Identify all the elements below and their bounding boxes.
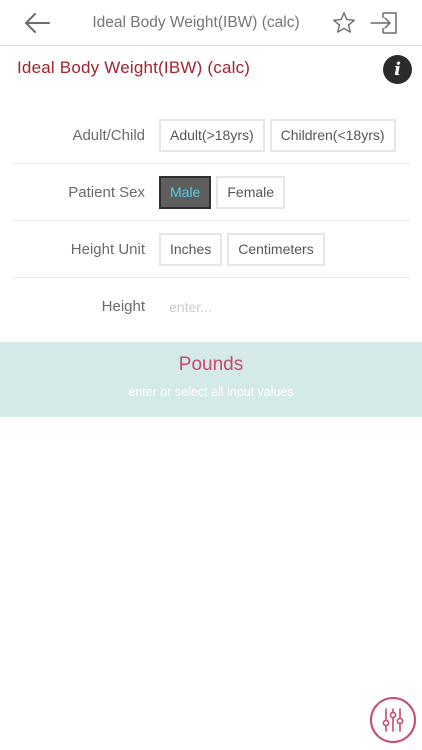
result-hint: enter or select all input values — [128, 385, 294, 399]
nav-bar: Ideal Body Weight(IBW) (calc) — [0, 0, 422, 46]
star-outline-icon — [333, 12, 355, 33]
patient-sex-options: Male Female — [159, 176, 286, 209]
back-button[interactable] — [22, 9, 52, 37]
calculator-title: Ideal Body Weight(IBW) (calc) — [17, 58, 251, 77]
adjust-settings-button[interactable] — [370, 697, 416, 743]
sliders-icon — [382, 708, 404, 732]
centimeters-option[interactable]: Centimeters — [227, 233, 325, 266]
height-label: Height — [101, 298, 145, 315]
info-button[interactable]: i — [383, 55, 412, 84]
row-adult-child: Adult/Child Adult(>18yrs) Children(<18yr… — [12, 107, 410, 164]
row-patient-sex: Patient Sex Male Female — [12, 164, 410, 221]
info-icon: i — [394, 59, 401, 80]
male-option[interactable]: Male — [159, 176, 212, 209]
height-unit-label: Height Unit — [70, 241, 145, 258]
nav-title: Ideal Body Weight(IBW) (calc) — [92, 14, 300, 31]
adult-child-options: Adult(>18yrs) Children(<18yrs) — [159, 119, 396, 152]
inches-option[interactable]: Inches — [159, 233, 223, 266]
height-input[interactable] — [169, 278, 399, 335]
row-height: Height — [12, 278, 410, 335]
height-unit-options: Inches Centimeters — [159, 233, 325, 266]
female-option[interactable]: Female — [216, 176, 286, 209]
result-unit: Pounds — [178, 354, 244, 375]
children-option[interactable]: Children(<18yrs) — [269, 119, 396, 152]
exit-to-icon — [370, 12, 397, 34]
row-height-unit: Height Unit Inches Centimeters — [12, 221, 410, 278]
patient-sex-label: Patient Sex — [68, 184, 145, 201]
favorite-button[interactable] — [330, 9, 358, 37]
result-panel: Pounds enter or select all input values — [0, 342, 422, 417]
adult-child-label: Adult/Child — [72, 127, 145, 144]
exit-button[interactable] — [368, 9, 400, 37]
adult-option[interactable]: Adult(>18yrs) — [159, 119, 265, 152]
arrow-left-icon — [25, 13, 50, 33]
